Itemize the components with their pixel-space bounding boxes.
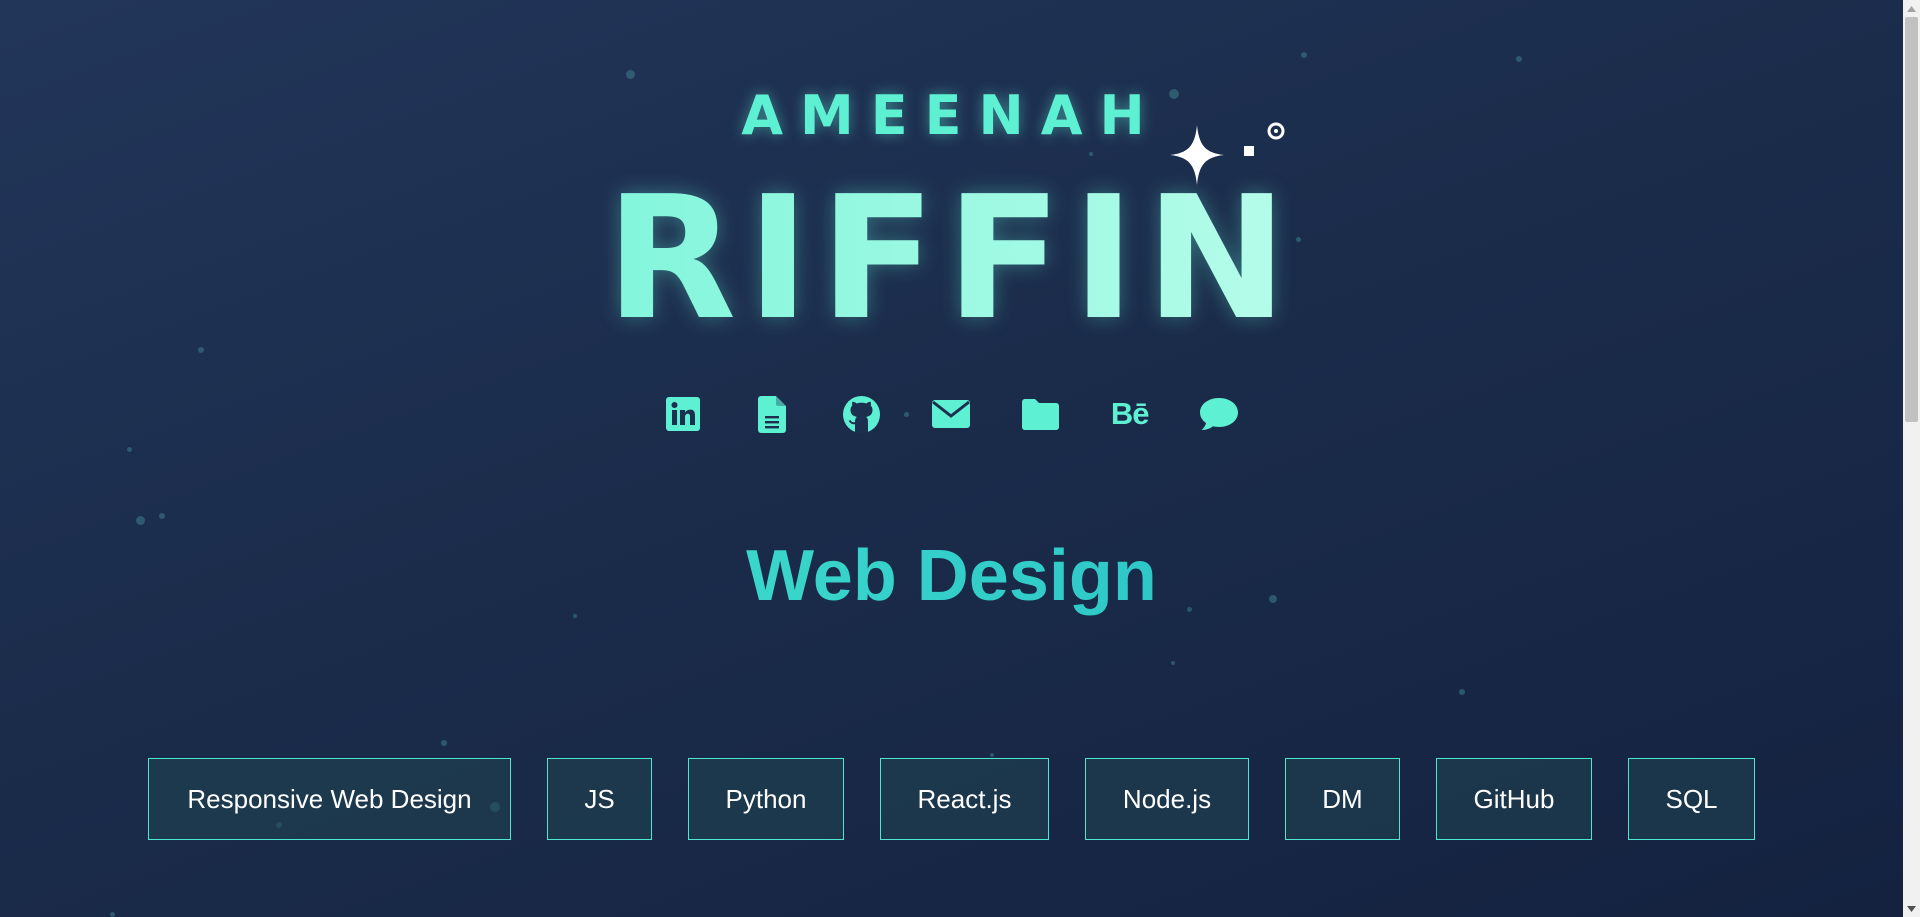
envelope-icon — [931, 400, 970, 428]
hero-first-name: AMEENAH — [741, 84, 1162, 147]
skill-chip-nodejs[interactable]: Node.js — [1085, 758, 1249, 840]
skill-chip-github[interactable]: GitHub — [1436, 758, 1592, 840]
email-link[interactable] — [929, 392, 973, 436]
chat-bubble-icon — [1199, 398, 1238, 430]
star-dot — [159, 513, 165, 519]
linkedin-link[interactable] — [661, 392, 705, 436]
skill-chip-responsive-web-design[interactable]: Responsive Web Design — [148, 758, 511, 840]
scrollbar-thumb[interactable] — [1905, 17, 1918, 422]
folder-icon — [1021, 398, 1059, 430]
social-links: Bē — [661, 392, 1241, 436]
skill-chip-js[interactable]: JS — [547, 758, 652, 840]
skill-chip-dm[interactable]: DM — [1285, 758, 1400, 840]
skills-list: Responsive Web Design JS Python React.js… — [0, 758, 1903, 842]
star-dot — [1459, 689, 1465, 695]
star-dot — [1301, 52, 1307, 58]
star-dot — [110, 912, 115, 917]
resume-link[interactable] — [750, 392, 794, 436]
scroll-up-arrow-icon[interactable] — [1903, 0, 1920, 17]
skill-chip-sql[interactable]: SQL — [1628, 758, 1755, 840]
behance-icon: Bē — [1110, 396, 1150, 431]
behance-link[interactable]: Bē — [1108, 392, 1152, 436]
star-dot — [1516, 56, 1522, 62]
vertical-scrollbar[interactable] — [1903, 0, 1920, 917]
star-dot — [441, 740, 447, 746]
star-dot — [127, 447, 132, 452]
portfolio-folder-link[interactable] — [1018, 392, 1062, 436]
chat-link[interactable] — [1197, 392, 1241, 436]
star-dot — [1171, 661, 1175, 665]
star-dot — [136, 516, 145, 525]
linkedin-icon — [666, 397, 700, 431]
portfolio-page: AMEENAH RIFFIN Bē Web Design Responsive … — [0, 0, 1903, 917]
scroll-down-arrow-icon[interactable] — [1903, 900, 1920, 917]
resume-document-icon — [758, 395, 787, 433]
section-title: Web Design — [0, 535, 1903, 617]
star-dot — [990, 753, 994, 757]
star-dot — [626, 70, 635, 79]
star-dot — [1089, 152, 1093, 156]
sparkle-icon — [1170, 122, 1285, 185]
github-link[interactable] — [840, 392, 884, 436]
skill-chip-python[interactable]: Python — [688, 758, 844, 840]
github-icon — [843, 395, 881, 433]
hero-last-name: RIFFIN — [0, 164, 1903, 354]
skill-chip-reactjs[interactable]: React.js — [880, 758, 1049, 840]
